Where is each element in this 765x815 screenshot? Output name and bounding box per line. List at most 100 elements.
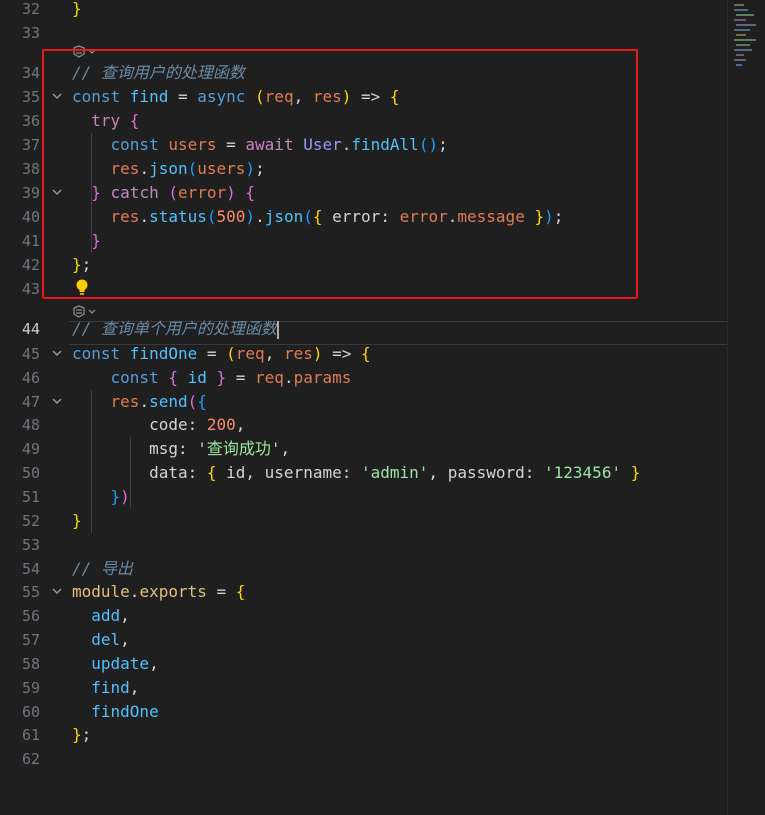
code-text[interactable]: } — [72, 509, 82, 533]
code-token: , — [235, 415, 246, 434]
code-text[interactable]: // 查询单个用户的处理函数 — [72, 317, 279, 341]
minimap[interactable] — [727, 0, 765, 815]
fold-chevron-icon[interactable] — [51, 342, 65, 366]
code-line[interactable]: 61}; — [0, 723, 727, 747]
code-text[interactable]: const { id } = req.params — [72, 366, 352, 390]
line-number: 44 — [21, 320, 40, 338]
code-line[interactable]: 57 del, — [0, 628, 727, 652]
indent-guide — [91, 437, 92, 461]
code-token: } — [72, 0, 82, 18]
fold-chevron-icon[interactable] — [51, 390, 65, 414]
code-text[interactable]: res.send({ — [72, 390, 207, 414]
code-token: = — [226, 368, 256, 387]
code-token: ( — [226, 344, 236, 363]
code-line[interactable]: 45 const findOne = (req, res) => { — [0, 342, 727, 366]
code-line[interactable]: 51 }) — [0, 485, 727, 509]
line-number: 36 — [21, 112, 40, 130]
code-token: : — [341, 463, 361, 482]
code-line[interactable]: 54 // 导出 — [0, 557, 727, 581]
code-line[interactable]: 60 findOne — [0, 700, 727, 724]
code-line[interactable]: 44 // 查询单个用户的处理函数 — [0, 317, 727, 341]
code-line[interactable]: 47 res.send({ — [0, 390, 727, 414]
fold-chevron-icon[interactable] — [51, 580, 65, 604]
code-line[interactable]: 49 msg: '查询成功', — [0, 437, 727, 461]
code-line[interactable]: 50 data: { id, username: 'admin', passwo… — [0, 461, 727, 485]
code-editor[interactable]: 32} 33 34// 查询用户的处理函数 35 const find = async … — [0, 0, 727, 815]
code-token: res — [72, 392, 140, 411]
code-text[interactable]: findOne — [72, 700, 158, 724]
code-text[interactable]: // 导出 — [72, 557, 133, 581]
line-number: 58 — [21, 655, 40, 673]
code-line[interactable]: 62 — [0, 747, 727, 771]
code-token: res — [283, 344, 313, 363]
code-token: . — [283, 368, 294, 387]
code-line[interactable]: 48 code: 200, — [0, 413, 727, 437]
code-token: // 导出 — [72, 559, 133, 578]
code-text[interactable]: del, — [72, 628, 130, 652]
code-line[interactable]: 46 const { id } = req.params — [0, 366, 727, 390]
code-token: ( — [187, 392, 198, 411]
code-token: send — [149, 392, 188, 411]
code-text[interactable]: const findOne = (req, res) => { — [72, 342, 371, 366]
code-line[interactable]: 33 — [0, 21, 727, 45]
code-token: = — [197, 344, 227, 363]
code-line[interactable]: 58 update, — [0, 652, 727, 676]
codelens-icon[interactable] — [72, 304, 102, 318]
code-text[interactable]: update, — [72, 652, 158, 676]
code-token: ) — [120, 487, 130, 506]
code-text[interactable]: code: 200, — [72, 413, 245, 437]
line-number: 33 — [21, 24, 40, 42]
line-number: 56 — [21, 607, 40, 625]
code-text[interactable]: module.exports = { — [72, 580, 245, 604]
annotation-highlight-box — [42, 49, 638, 299]
code-line[interactable]: 59 find, — [0, 676, 727, 700]
code-token: params — [293, 368, 352, 387]
code-token: password — [447, 463, 525, 482]
code-token: req — [235, 344, 265, 363]
code-token: exports — [139, 582, 207, 601]
code-token: username — [264, 463, 342, 482]
code-token: } — [72, 487, 121, 506]
code-text[interactable]: add, — [72, 604, 130, 628]
code-token: findOne — [129, 344, 198, 363]
code-token: : — [187, 463, 207, 482]
line-number: 61 — [21, 726, 40, 744]
line-number: 55 — [21, 583, 40, 601]
code-text[interactable]: find, — [72, 676, 139, 700]
indent-guide — [130, 437, 131, 461]
code-token: : — [187, 415, 207, 434]
code-token: } — [621, 463, 641, 482]
code-text[interactable]: }; — [72, 723, 91, 747]
code-token: const — [72, 344, 130, 363]
code-token: id — [187, 368, 207, 387]
line-number: 46 — [21, 369, 40, 387]
code-token: code — [72, 415, 188, 434]
line-number: 62 — [21, 750, 40, 768]
code-token: module — [72, 582, 130, 601]
line-number: 59 — [21, 679, 40, 697]
code-text[interactable]: }) — [72, 485, 130, 509]
code-line[interactable]: 52} — [0, 509, 727, 533]
indent-guide — [91, 413, 92, 437]
code-token: . — [139, 392, 150, 411]
code-token: { — [235, 582, 246, 601]
line-number: 43 — [21, 280, 40, 298]
code-token: , — [245, 463, 265, 482]
code-text[interactable]: data: { id, username: 'admin', password:… — [72, 461, 640, 485]
code-line[interactable]: 32} — [0, 0, 727, 21]
code-token: { — [197, 392, 207, 411]
code-token: . — [129, 582, 140, 601]
line-number: 38 — [21, 160, 40, 178]
line-number: 42 — [21, 256, 40, 274]
line-number: 37 — [21, 136, 40, 154]
code-token: , — [129, 678, 140, 697]
code-text[interactable]: } — [72, 0, 82, 21]
line-number: 57 — [21, 631, 40, 649]
code-text[interactable]: msg: '查询成功', — [72, 437, 290, 461]
code-line[interactable]: 55 module.exports = { — [0, 580, 727, 604]
code-line[interactable]: 53 — [0, 533, 727, 557]
code-token: 'admin' — [360, 463, 429, 482]
indent-guide — [91, 509, 92, 533]
code-line[interactable]: 56 add, — [0, 604, 727, 628]
code-token: , — [428, 463, 448, 482]
